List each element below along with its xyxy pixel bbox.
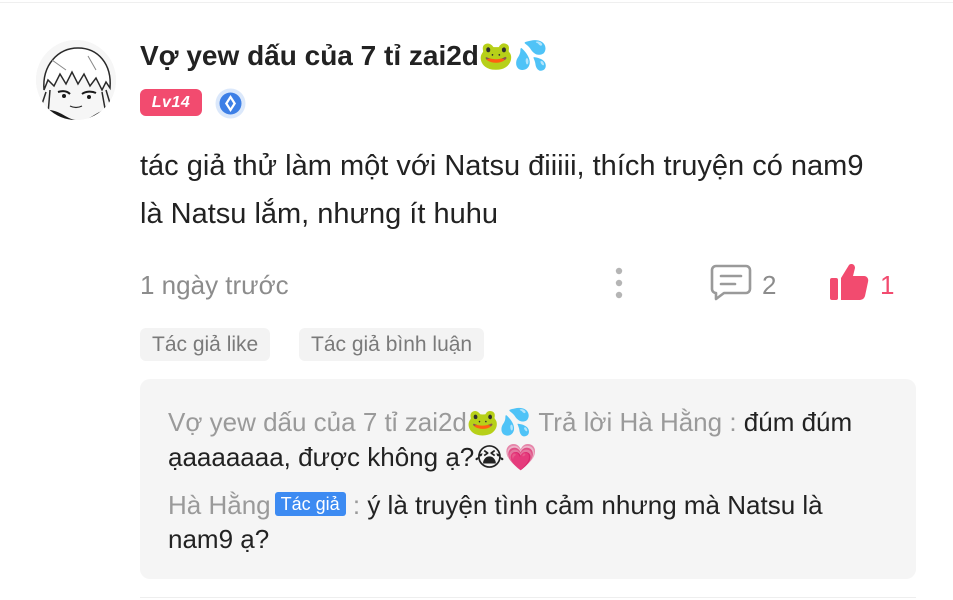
username-emoji: 🐸💦 <box>478 39 549 72</box>
username-text: Vợ yew dấu của 7 tỉ zai2d <box>140 40 479 71</box>
reply-separator: : <box>345 490 368 520</box>
user-avatar[interactable] <box>36 40 116 120</box>
comment-icon[interactable] <box>710 263 752 301</box>
reply-author-emoji: 🐸💦 <box>466 408 532 438</box>
author-tag: Tác giả <box>274 492 346 516</box>
reply-count: 2 <box>762 270 777 300</box>
anime-avatar-icon <box>36 40 116 120</box>
thumbs-up-icon[interactable] <box>828 262 870 302</box>
top-divider <box>0 2 953 3</box>
bottom-divider <box>140 597 916 598</box>
tag-author-commented: Tác giả bình luận <box>299 328 485 361</box>
reply-author[interactable]: Vợ yew dấu của 7 tỉ zai2d <box>168 407 467 437</box>
like-count: 1 <box>880 270 895 300</box>
vip-badge-icon <box>215 88 246 119</box>
reply-separator: : <box>722 407 744 437</box>
tag-author-liked: Tác giả like <box>140 328 271 361</box>
reply-item[interactable]: Vợ yew dấu của 7 tỉ zai2d🐸💦 Trả lời Hà H… <box>168 405 888 475</box>
reply-text-emoji: 😭💗 <box>474 443 538 473</box>
reply-item[interactable]: Hà Hằng Tác giả : ý là truyện tình cảm nh… <box>168 488 888 556</box>
more-vertical-icon[interactable] <box>604 264 634 304</box>
level-badge: Lv14 <box>140 89 202 116</box>
reply-author[interactable]: Hà Hằng <box>168 490 271 520</box>
comment-timestamp: 1 ngày trước <box>140 270 289 300</box>
reply-verb: Trả lời Hà Hằng <box>531 407 723 437</box>
username[interactable]: Vợ yew dấu của 7 tỉ zai2d🐸💦 <box>140 36 549 76</box>
comment-text: tác giả thử làm một với Natsu điiiii, th… <box>140 150 864 230</box>
